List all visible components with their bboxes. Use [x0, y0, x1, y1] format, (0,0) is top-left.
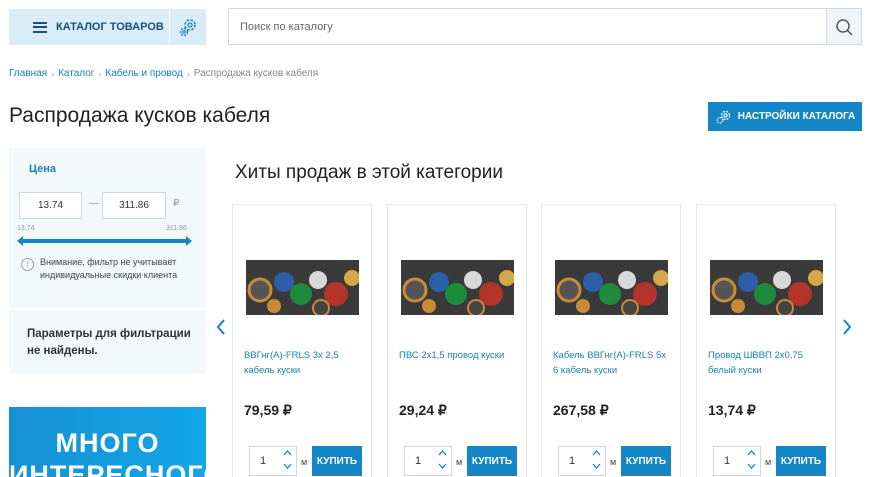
quantity-arrows	[592, 450, 601, 469]
menu-icon	[33, 21, 47, 33]
chevron-up-icon[interactable]	[283, 450, 292, 456]
search-bar	[228, 8, 862, 45]
quantity-value: 1	[724, 455, 731, 467]
quantity-unit: м	[301, 457, 308, 467]
buy-button[interactable]: КУПИТЬ	[467, 446, 517, 476]
buy-button[interactable]: КУПИТЬ	[776, 446, 826, 476]
catalog-menu-label: КАТАЛОГ ТОВАРОВ	[56, 21, 164, 33]
chevron-down-icon[interactable]	[747, 463, 756, 469]
carousel-prev-arrow[interactable]	[216, 318, 226, 336]
product-name-link[interactable]: ПВС 2х1,5 провод куски	[399, 348, 517, 363]
price-slider-track	[21, 239, 188, 243]
chevron-right-icon: ›	[186, 68, 190, 79]
carousel-next-arrow[interactable]	[842, 318, 852, 336]
filter-not-found-text: Параметры для фильтрации не найдены.	[27, 328, 191, 357]
promo-banner-text: МНОГО ИНТЕРЕСНОГО	[9, 428, 206, 477]
filter-panel: Цена 13.74 — 311.86 ₽ 13.74 311.86 ! Вни…	[9, 148, 206, 374]
price-slider-handle-max[interactable]	[186, 236, 192, 246]
price-slider-handle-min[interactable]	[17, 236, 23, 246]
product-image[interactable]	[246, 260, 359, 315]
breadcrumb-link-catalog[interactable]: Каталог	[58, 68, 94, 79]
search-button[interactable]	[826, 9, 861, 44]
chevron-up-icon[interactable]	[438, 450, 447, 456]
quantity-stepper[interactable]: 1	[249, 446, 297, 476]
quantity-stepper[interactable]: 1	[713, 446, 761, 476]
product-price: 13,74 ₽	[708, 402, 756, 418]
chevron-up-icon[interactable]	[592, 450, 601, 456]
quantity-value: 1	[260, 455, 267, 467]
chevron-right-icon: ›	[98, 68, 102, 79]
breadcrumb-current: Распродажа кусков кабеля	[193, 68, 319, 79]
gears-icon	[179, 19, 196, 37]
quantity-unit: м	[456, 457, 463, 467]
chevron-up-icon[interactable]	[747, 450, 756, 456]
info-icon: !	[21, 258, 34, 271]
promo-banner[interactable]: МНОГО ИНТЕРЕСНОГО	[9, 407, 206, 477]
quantity-stepper[interactable]: 1	[404, 446, 452, 476]
price-range-dash: —	[89, 198, 99, 209]
chevron-down-icon[interactable]	[283, 463, 292, 469]
chevron-right-icon: ›	[51, 68, 55, 79]
price-from-input[interactable]: 13.74	[19, 192, 82, 219]
page-title: Распродажа кусков кабеля	[9, 104, 271, 127]
breadcrumb: Главная › Каталог › Кабель и провод › Ра…	[9, 68, 318, 79]
product-price: 79,59 ₽	[244, 402, 292, 418]
quantity-unit: м	[610, 457, 617, 467]
chevron-down-icon[interactable]	[592, 463, 601, 469]
product-image[interactable]	[710, 260, 823, 315]
price-slider[interactable]	[17, 236, 192, 246]
catalog-settings-button[interactable]: НАСТРОЙКИ КАТАЛОГА	[708, 102, 862, 131]
breadcrumb-link-cable[interactable]: Кабель и провод	[105, 68, 182, 79]
buy-button[interactable]: КУПИТЬ	[621, 446, 671, 476]
breadcrumb-link-home[interactable]: Главная	[9, 68, 47, 79]
gears-icon	[716, 110, 730, 124]
catalog-menu-button[interactable]: КАТАЛОГ ТОВАРОВ	[9, 9, 169, 45]
filter-price-title[interactable]: Цена	[29, 163, 56, 175]
filter-warning-text: Внимание, фильтр не учитывает индивидуал…	[40, 257, 178, 280]
currency-sign: ₽	[173, 198, 180, 209]
catalog-settings-toggle[interactable]	[170, 9, 206, 45]
quantity-arrows	[747, 450, 756, 469]
product-name-link[interactable]: ВВГнг(А)-FRLS 3х 2,5 кабель куски	[244, 348, 362, 378]
product-card: ВВГнг(А)-FRLS 3х 2,5 кабель куски 79,59 …	[232, 204, 372, 477]
search-input[interactable]	[229, 9, 826, 44]
product-price: 29,24 ₽	[399, 402, 447, 418]
quantity-value: 1	[569, 455, 576, 467]
divider	[9, 308, 206, 310]
price-range-max: 311.86	[166, 225, 187, 232]
product-card: ПВС 2х1,5 провод куски 29,24 ₽ 1 м КУПИТ…	[387, 204, 527, 477]
quantity-arrows	[438, 450, 447, 469]
chevron-down-icon[interactable]	[438, 463, 447, 469]
price-to-input[interactable]: 311.86	[102, 192, 166, 219]
product-card: Кабель ВВГнг(А)-FRLS 5х 6 кабель куски 2…	[541, 204, 681, 477]
product-name-link[interactable]: Кабель ВВГнг(А)-FRLS 5х 6 кабель куски	[553, 348, 671, 378]
product-image[interactable]	[555, 260, 668, 315]
buy-button[interactable]: КУПИТЬ	[312, 446, 362, 476]
product-name-link[interactable]: Провод ШВВП 2х0,75 белый куски	[708, 348, 826, 378]
search-icon	[836, 18, 853, 36]
quantity-arrows	[283, 450, 292, 469]
filter-warning: ! Внимание, фильтр не учитывает индивиду…	[21, 256, 195, 282]
price-range-min: 13.74	[17, 225, 35, 232]
quantity-unit: м	[765, 457, 772, 467]
quantity-stepper[interactable]: 1	[558, 446, 606, 476]
product-card: Провод ШВВП 2х0,75 белый куски 13,74 ₽ 1…	[696, 204, 836, 477]
product-price: 267,58 ₽	[553, 402, 609, 418]
hits-title: Хиты продаж в этой категории	[235, 162, 503, 183]
quantity-value: 1	[415, 455, 422, 467]
product-image[interactable]	[401, 260, 514, 315]
catalog-settings-label: НАСТРОЙКИ КАТАЛОГА	[737, 111, 856, 122]
